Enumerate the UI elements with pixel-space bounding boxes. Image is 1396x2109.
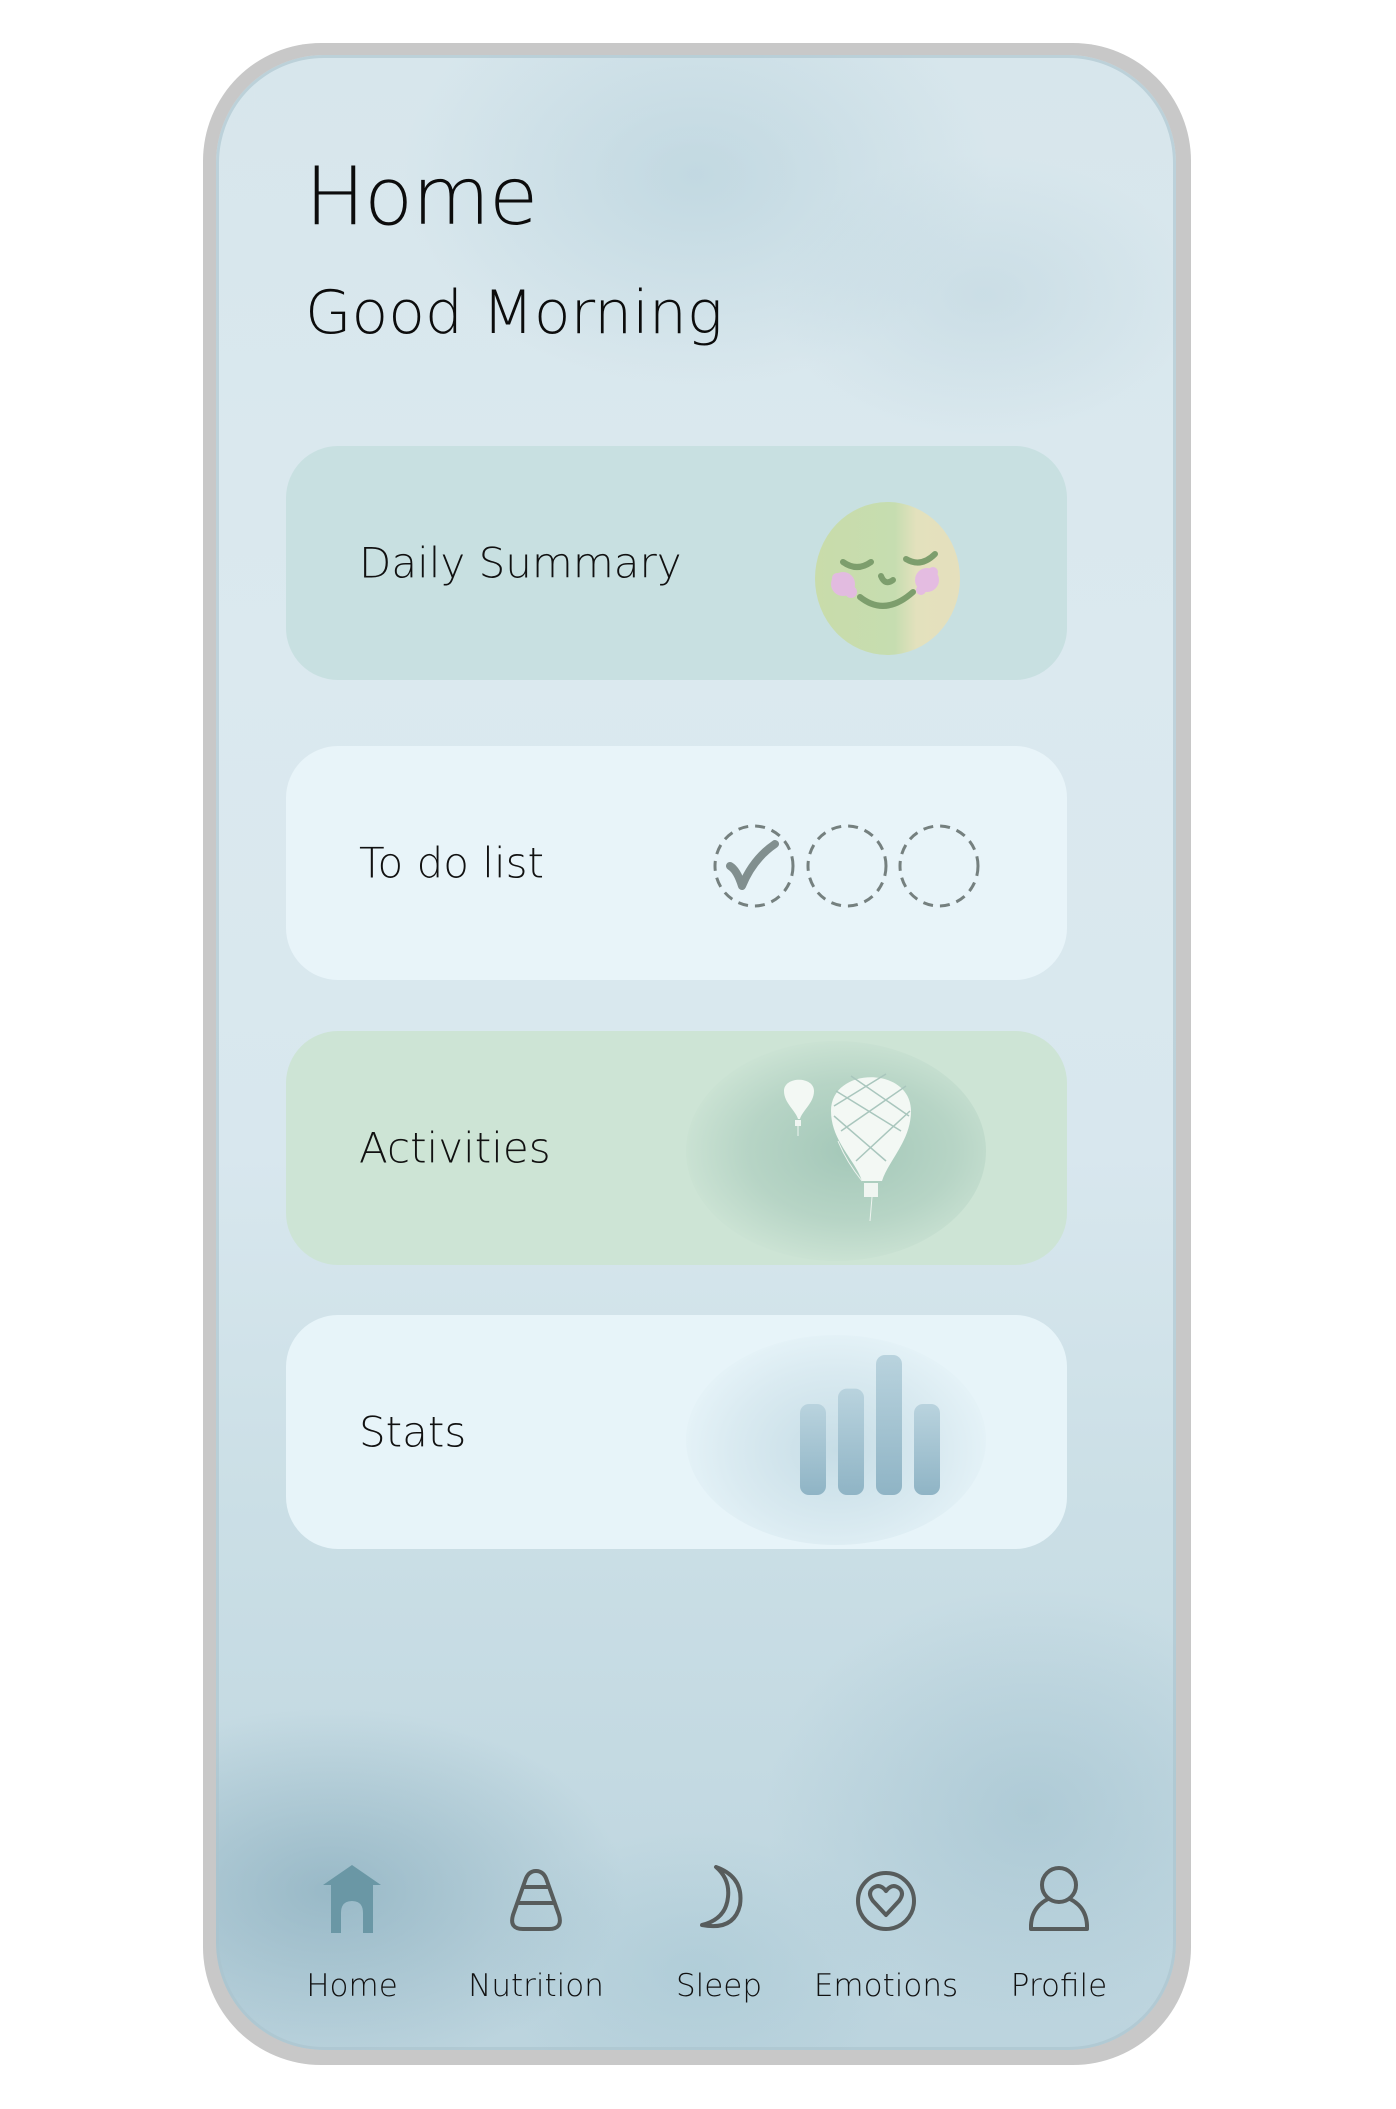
card-label: Activities [359,1123,551,1173]
nav-item-nutrition[interactable]: Nutrition [456,1855,616,2015]
nav-label: Nutrition [468,1968,604,2004]
card-label: To do list [359,838,544,888]
stats-bar [914,1404,940,1495]
stats-card[interactable]: Stats [286,1315,1067,1549]
smiling-face-icon [815,502,960,655]
daily-summary-card[interactable]: Daily Summary [286,446,1067,680]
todo-list-card[interactable]: To do list [286,746,1067,980]
nav-label: Sleep [675,1968,763,2004]
bottom-nav: Home Nutrition Sleep Emotions Profile [216,1855,1176,2015]
person-icon [1026,1863,1092,1935]
heart-circle-icon [853,1863,919,1935]
todo-circle-empty[interactable] [898,824,980,908]
moon-icon [686,1863,752,1935]
nav-item-profile[interactable]: Profile [979,1855,1139,2015]
nav-item-emotions[interactable]: Emotions [806,1855,966,2015]
card-label: Daily Summary [359,538,682,588]
candy-corn-icon [503,1863,569,1935]
bar-chart-icon [796,1350,941,1500]
stats-bar [876,1355,902,1495]
todo-circle-checked[interactable] [713,824,795,908]
activities-card[interactable]: Activities [286,1031,1067,1265]
greeting-text: Good Morning [305,278,723,348]
nav-label: Emotions [813,1968,959,2004]
card-label: Stats [359,1407,467,1457]
nav-label: Profile [1010,1968,1108,2004]
nav-item-sleep[interactable]: Sleep [639,1855,799,2015]
nav-label: Home [306,1968,398,2004]
page-title: Home [305,150,538,243]
nav-item-home[interactable]: Home [272,1855,432,2015]
house-icon [319,1863,385,1935]
stats-bar [800,1404,826,1495]
stats-bar [838,1388,864,1495]
todo-circle-empty[interactable] [806,824,888,908]
checklist-circles-icon [713,824,1013,908]
hot-air-balloon-icon [776,1071,926,1241]
